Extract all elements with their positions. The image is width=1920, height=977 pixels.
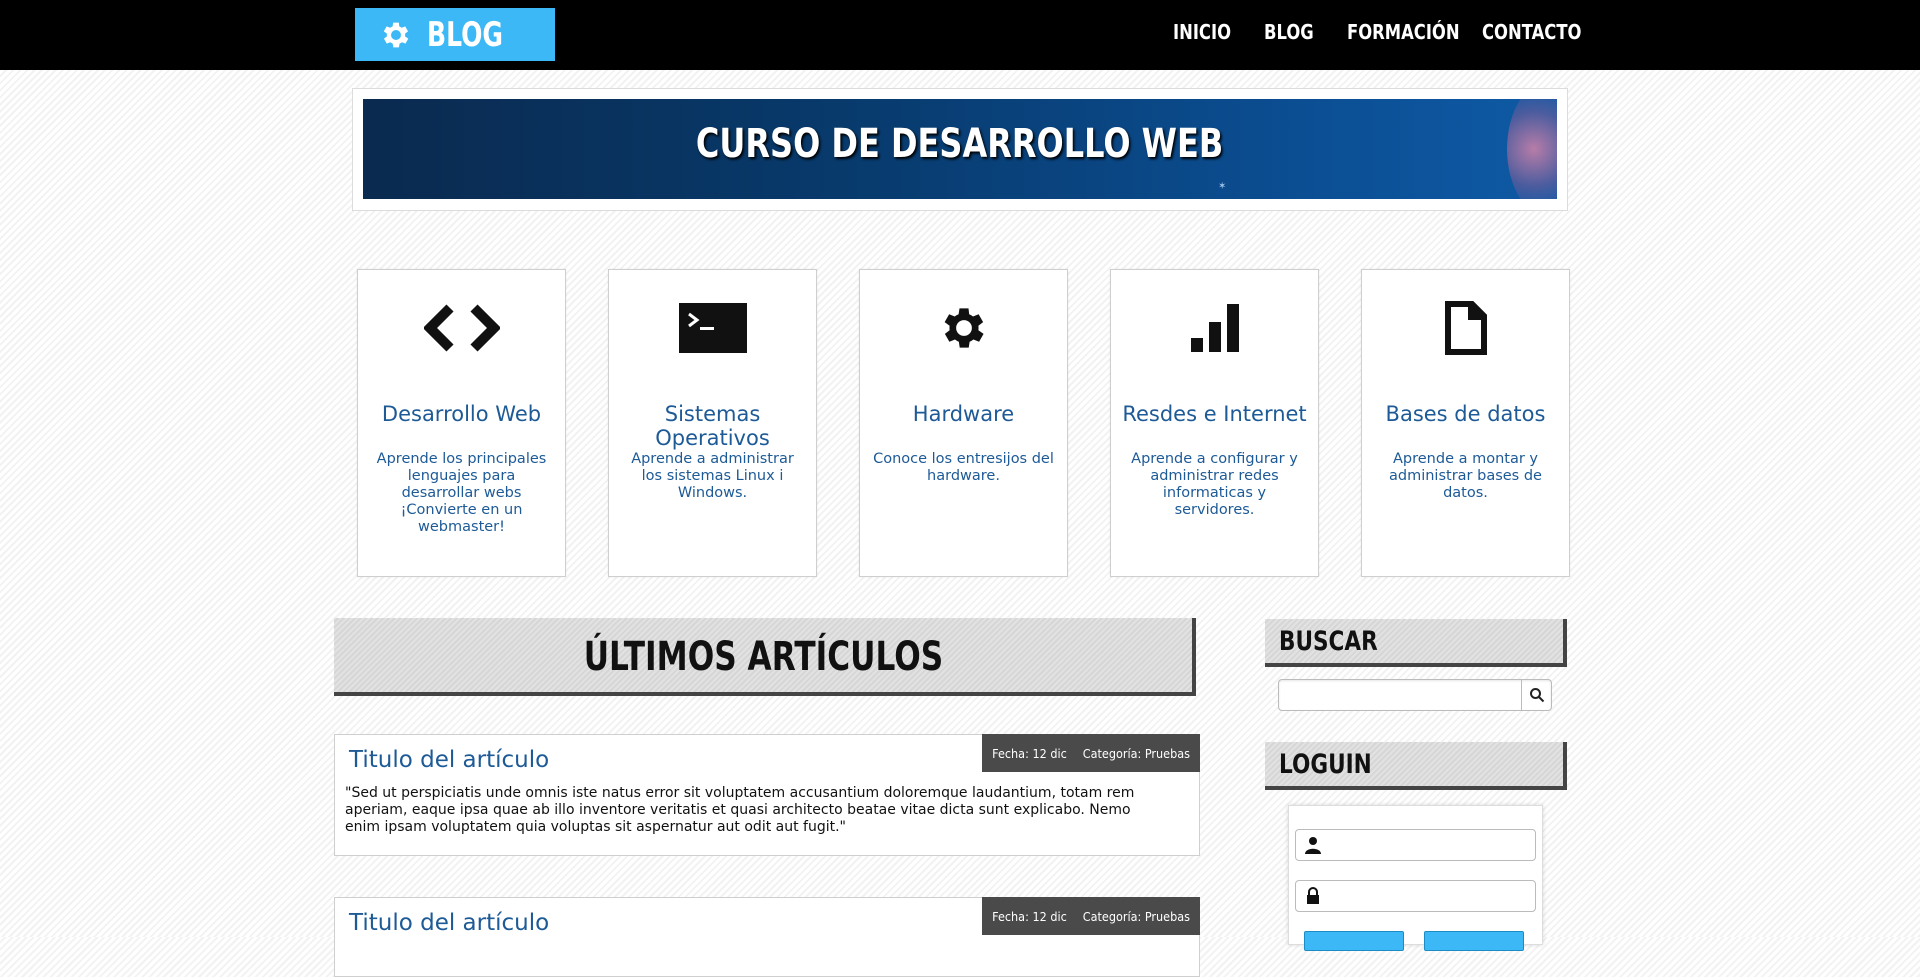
article-date: 12 dic <box>1032 745 1067 761</box>
search-button[interactable] <box>1521 680 1551 710</box>
star-decoration: ✶ <box>1218 181 1227 192</box>
category-card-hardware[interactable]: Hardware Conoce los entresijos del hardw… <box>859 269 1068 577</box>
nav-formacion[interactable]: FORMACIÓN <box>1347 20 1460 44</box>
latest-articles-heading: ÚLTIMOS ARTÍCULOS <box>334 618 1196 696</box>
category-description: Aprende a configurar y administrar redes… <box>1131 451 1298 518</box>
gear-icon <box>383 22 409 47</box>
article-meta: Fecha: 12 dic Categoría: Pruebas <box>982 897 1200 935</box>
code-icon <box>423 304 500 352</box>
blog-logo[interactable]: BLOG <box>355 8 555 61</box>
search-box <box>1278 679 1552 711</box>
category-card-bases-datos[interactable]: Bases de datos Aprende a montar y admini… <box>1361 269 1570 577</box>
lock-icon <box>1307 887 1319 904</box>
login-panel <box>1288 805 1543 951</box>
top-navbar: BLOG INICIO BLOG FORMACIÓN CONTACTO <box>0 0 1920 70</box>
username-field-wrap <box>1295 829 1536 861</box>
article-card[interactable]: Fecha: 12 dic Categoría: Pruebas Titulo … <box>334 897 1200 977</box>
article-title[interactable]: Titulo del artículo <box>349 910 549 936</box>
user-icon <box>1305 837 1321 854</box>
search-title: BUSCAR <box>1279 626 1378 657</box>
signal-bars-icon <box>1190 304 1239 352</box>
article-date: 12 dic <box>1032 908 1067 924</box>
login-title: LOGUIN <box>1279 749 1372 780</box>
document-icon <box>1444 301 1487 355</box>
password-input[interactable] <box>1328 886 1528 906</box>
category-description: Aprende a montar y administrar bases de … <box>1389 451 1542 501</box>
category-description: Aprende los principales lenguajes para d… <box>376 451 547 535</box>
category-title: Desarrollo Web <box>381 402 542 426</box>
username-input[interactable] <box>1328 835 1528 855</box>
search-icon <box>1529 688 1544 703</box>
banner: ✶ CURSO DE DESARROLLO WEB <box>363 99 1557 199</box>
article-excerpt: "Sed ut perspiciatis unde omnis iste nat… <box>345 785 1135 835</box>
search-heading: BUSCAR <box>1265 619 1567 667</box>
category-title: Resdes e Internet <box>1122 402 1307 426</box>
category-label: Categoría: <box>1082 745 1142 761</box>
logo-text: BLOG <box>427 14 504 55</box>
article-title[interactable]: Titulo del artículo <box>349 747 549 773</box>
category-label: Categoría: <box>1082 908 1142 924</box>
terminal-icon <box>678 303 747 353</box>
category-description: Aprende a administrar los sistemas Linux… <box>631 451 794 501</box>
nav-contacto[interactable]: CONTACTO <box>1482 20 1581 44</box>
date-label: Fecha: <box>992 745 1029 761</box>
category-card-web[interactable]: Desarrollo Web Aprende los principales l… <box>357 269 566 577</box>
article-category[interactable]: Pruebas <box>1145 746 1190 761</box>
search-input[interactable] <box>1285 684 1515 706</box>
password-field-wrap <box>1295 880 1536 912</box>
category-title: Hardware <box>912 402 1015 426</box>
date-label: Fecha: <box>992 908 1029 924</box>
gear-icon <box>944 308 984 348</box>
section-title: ÚLTIMOS ARTÍCULOS <box>583 634 943 680</box>
category-card-redes[interactable]: Resdes e Internet Aprende a configurar y… <box>1110 269 1319 577</box>
article-card[interactable]: Fecha: 12 dic Categoría: Pruebas Titulo … <box>334 734 1200 856</box>
banner-frame: ✶ CURSO DE DESARROLLO WEB <box>352 88 1568 211</box>
category-title: Bases de datos <box>1385 402 1546 426</box>
banner-title: CURSO DE DESARROLLO WEB <box>696 121 1224 167</box>
register-button[interactable] <box>1424 931 1524 951</box>
login-button[interactable] <box>1304 931 1404 951</box>
category-card-sistemas[interactable]: Sistemas Operativos Aprende a administra… <box>608 269 817 577</box>
nav-inicio[interactable]: INICIO <box>1173 20 1231 44</box>
login-heading: LOGUIN <box>1265 742 1567 790</box>
category-title: Sistemas Operativos <box>655 402 770 450</box>
article-category[interactable]: Pruebas <box>1145 909 1190 924</box>
article-meta: Fecha: 12 dic Categoría: Pruebas <box>982 734 1200 772</box>
nav-blog[interactable]: BLOG <box>1264 20 1314 44</box>
category-description: Conoce los entresijos del hardware. <box>873 451 1054 484</box>
